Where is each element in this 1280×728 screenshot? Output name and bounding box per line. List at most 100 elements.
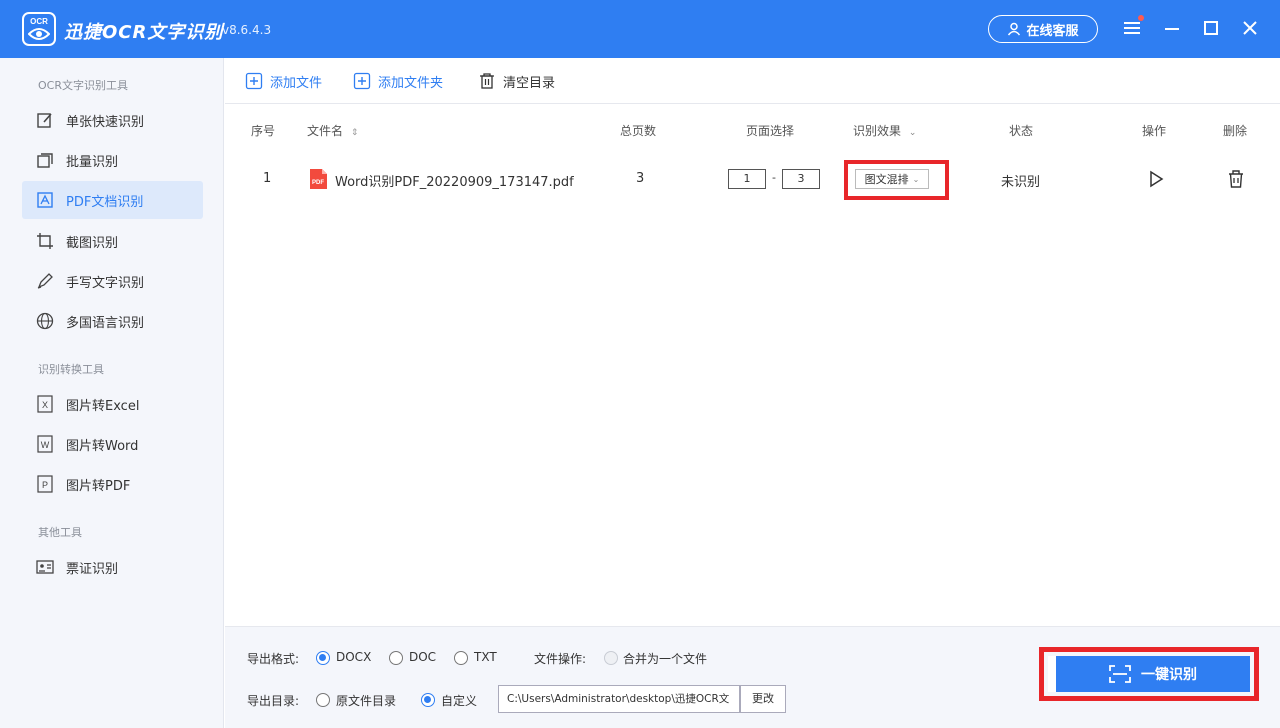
sidebar-item-label: 截图识别 — [66, 235, 119, 251]
start-recognition-button[interactable]: 一键识别 — [1048, 656, 1250, 692]
logo-text: OCR — [30, 17, 48, 26]
sidebar-item-label: 多国语言识别 — [66, 315, 145, 331]
trash-icon — [480, 73, 494, 89]
start-button[interactable] — [1148, 170, 1164, 192]
pdf-icon — [36, 191, 54, 209]
sidebar-item-label: 票证识别 — [66, 561, 119, 577]
file-operation-label: 文件操作: — [534, 652, 587, 666]
add-file-button[interactable]: 添加文件 — [245, 70, 322, 92]
section-label-ocr: OCR文字识别工具 — [38, 79, 128, 92]
sidebar-item-label: 单张快速识别 — [66, 114, 145, 130]
dir-original-radio[interactable] — [316, 693, 330, 707]
sidebar-item-label: 图片转PDF — [66, 478, 131, 494]
clear-list-button[interactable]: 清空目录 — [478, 70, 555, 92]
sidebar-item-batch[interactable]: 批量识别 — [22, 141, 203, 179]
app-version: v8.6.4.3 — [222, 23, 272, 37]
header-effect[interactable]: 识别效果 ⌄ — [853, 122, 916, 139]
add-folder-label: 添加文件夹 — [378, 75, 444, 91]
toolbar: 添加文件 添加文件夹 清空目录 — [225, 58, 1280, 104]
online-support-label: 在线客服 — [1026, 23, 1079, 39]
page-from-input[interactable]: 1 — [728, 169, 766, 189]
maximize-icon — [1204, 21, 1218, 35]
play-icon — [1150, 170, 1164, 188]
effect-select-value: 图文混排 — [864, 173, 909, 186]
sort-icon: ⇕ — [350, 128, 359, 138]
chevron-down-icon: ⌄ — [912, 174, 920, 184]
sidebar-item-label: 批量识别 — [66, 154, 119, 170]
sidebar-item-label: 手写文字识别 — [66, 275, 145, 291]
change-dir-button[interactable]: 更改 — [740, 685, 786, 713]
sidebar: OCR文字识别工具 单张快速识别 批量识别 PDF文档识别 截图识别 手写文字识… — [0, 58, 224, 728]
sidebar-item-word[interactable]: W 图片转Word — [22, 425, 203, 463]
sidebar-item-excel[interactable]: X 图片转Excel — [22, 385, 203, 423]
header-effect-label: 识别效果 — [853, 124, 902, 138]
sidebar-item-multilang[interactable]: 多国语言识别 — [22, 302, 203, 340]
edit-icon — [36, 111, 54, 129]
dir-custom-radio[interactable] — [421, 693, 435, 707]
sidebar-item-card[interactable]: 票证识别 — [22, 548, 203, 586]
row-status: 未识别 — [1001, 175, 1041, 190]
online-support-button[interactable]: 在线客服 — [988, 15, 1098, 43]
card-icon — [36, 558, 54, 576]
close-icon — [1243, 21, 1257, 35]
add-folder-button[interactable]: 添加文件夹 — [353, 70, 443, 92]
format-txt-radio[interactable] — [454, 651, 468, 665]
minimize-icon — [1165, 28, 1179, 30]
format-doc-radio[interactable] — [389, 651, 403, 665]
title-bar: OCR 迅捷OCR文字识别 v8.6.4.3 在线客服 — [0, 0, 1280, 58]
merge-radio[interactable] — [604, 651, 618, 665]
row-filename: Word识别PDF_20220909_173147.pdf — [335, 175, 574, 190]
header-total-pages: 总页数 — [620, 124, 657, 138]
add-file-icon — [245, 72, 263, 90]
sidebar-item-pdf[interactable]: PDF文档识别 — [22, 181, 203, 219]
format-docx-label: DOCX — [336, 650, 372, 664]
sidebar-item-topdf[interactable]: P 图片转PDF — [22, 465, 203, 503]
sidebar-item-quick[interactable]: 单张快速识别 — [22, 101, 203, 139]
page-to-input[interactable]: 3 — [782, 169, 820, 189]
dir-custom-label: 自定义 — [441, 694, 478, 708]
close-button[interactable] — [1239, 17, 1261, 39]
minimize-button[interactable] — [1161, 17, 1183, 39]
header-filename[interactable]: 文件名 ⇕ — [307, 122, 358, 139]
sidebar-item-label: PDF文档识别 — [66, 194, 144, 210]
menu-button[interactable] — [1121, 15, 1144, 39]
svg-text:X: X — [42, 400, 48, 410]
pen-icon — [36, 272, 54, 290]
scan-icon — [1109, 665, 1131, 683]
word-icon: W — [36, 435, 54, 453]
app-title: 迅捷OCR文字识别 — [64, 22, 224, 43]
clear-list-label: 清空目录 — [503, 75, 556, 91]
notification-dot — [1138, 15, 1144, 21]
maximize-button[interactable] — [1200, 17, 1222, 39]
highlight-frame: 一键识别 — [1039, 647, 1259, 701]
format-txt-label: TXT — [474, 650, 497, 664]
eye-icon — [28, 28, 50, 40]
globe-icon — [36, 312, 54, 330]
svg-text:PDF: PDF — [312, 180, 324, 186]
header-filename-label: 文件名 — [307, 124, 344, 138]
sidebar-item-label: 图片转Word — [66, 438, 139, 454]
start-recognition-label: 一键识别 — [1141, 667, 1197, 683]
sidebar-item-screenshot[interactable]: 截图识别 — [22, 222, 203, 260]
header-status: 状态 — [1009, 124, 1034, 138]
effect-select[interactable]: 图文混排 ⌄ — [855, 169, 929, 189]
format-docx-radio[interactable] — [316, 651, 330, 665]
dir-original-label: 原文件目录 — [336, 694, 397, 708]
header-delete: 删除 — [1223, 124, 1248, 138]
sidebar-item-label: 图片转Excel — [66, 398, 140, 414]
export-path-input[interactable]: C:\Users\Administrator\desktop\迅捷OCR文 — [498, 685, 740, 713]
table-header: 序号 文件名 ⇕ 总页数 页面选择 识别效果 ⌄ 状态 操作 删除 — [225, 116, 1280, 142]
header-index: 序号 — [251, 124, 276, 138]
delete-row-button[interactable] — [1227, 169, 1245, 193]
section-label-other: 其他工具 — [38, 526, 82, 539]
app-logo: OCR — [22, 12, 56, 46]
sidebar-item-handwriting[interactable]: 手写文字识别 — [22, 262, 203, 300]
merge-label: 合并为一个文件 — [623, 652, 708, 666]
section-label-convert: 识别转换工具 — [38, 363, 104, 376]
excel-icon: X — [36, 395, 54, 413]
menu-icon — [1124, 22, 1140, 34]
stack-icon — [36, 151, 54, 169]
pdf-doc-icon: P — [36, 475, 54, 493]
format-doc-label: DOC — [409, 650, 437, 664]
header-action: 操作 — [1142, 124, 1167, 138]
